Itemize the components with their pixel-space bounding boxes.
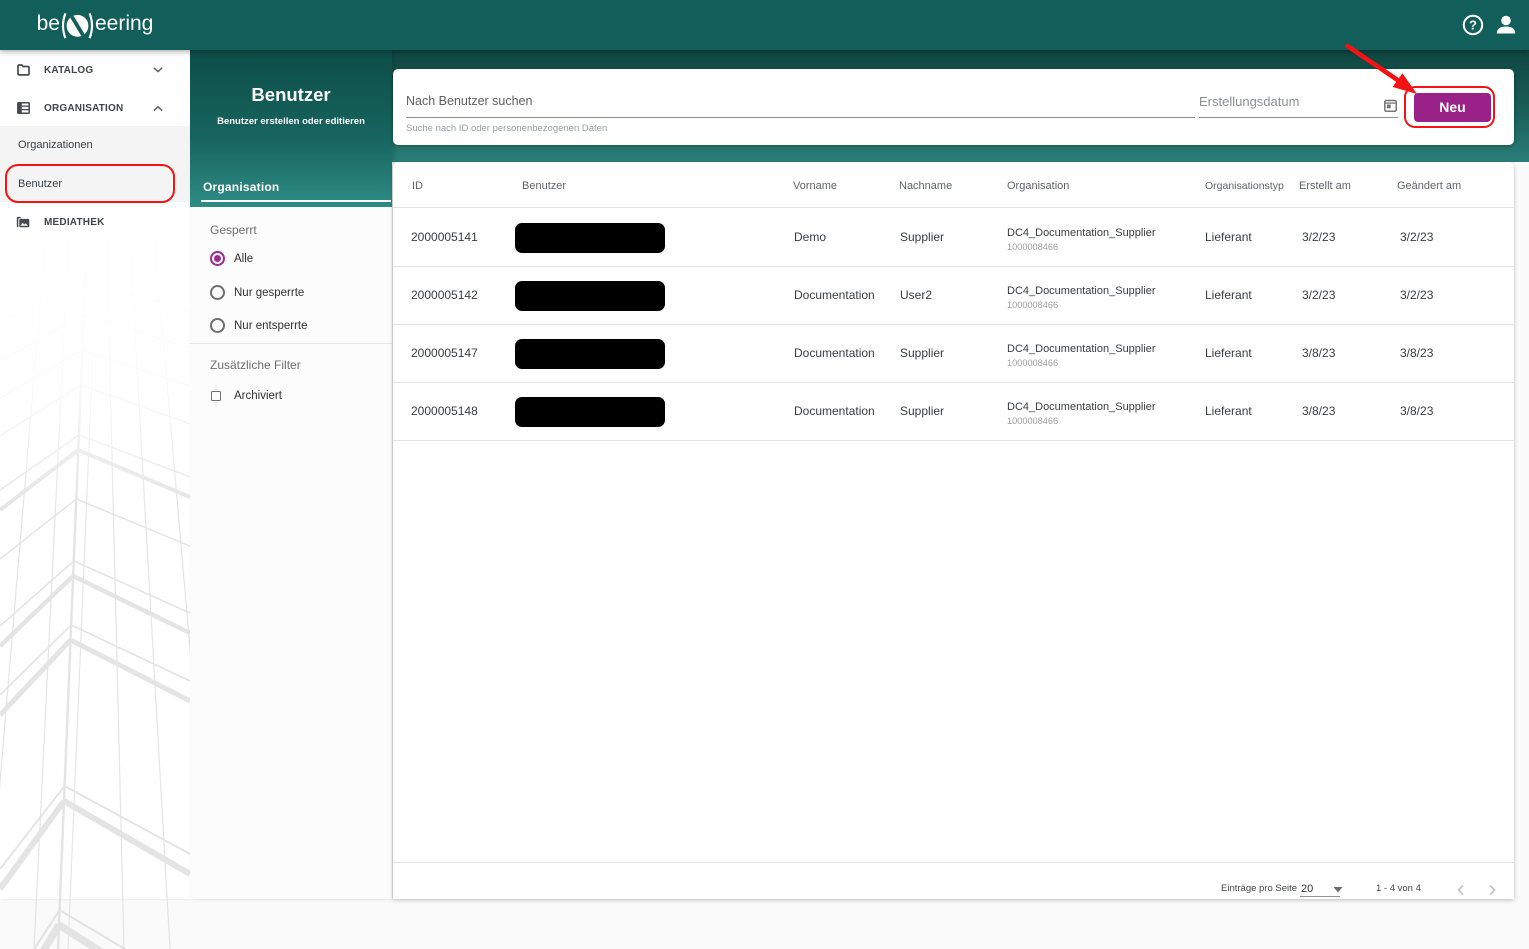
svg-text:?: ? bbox=[1469, 18, 1477, 33]
